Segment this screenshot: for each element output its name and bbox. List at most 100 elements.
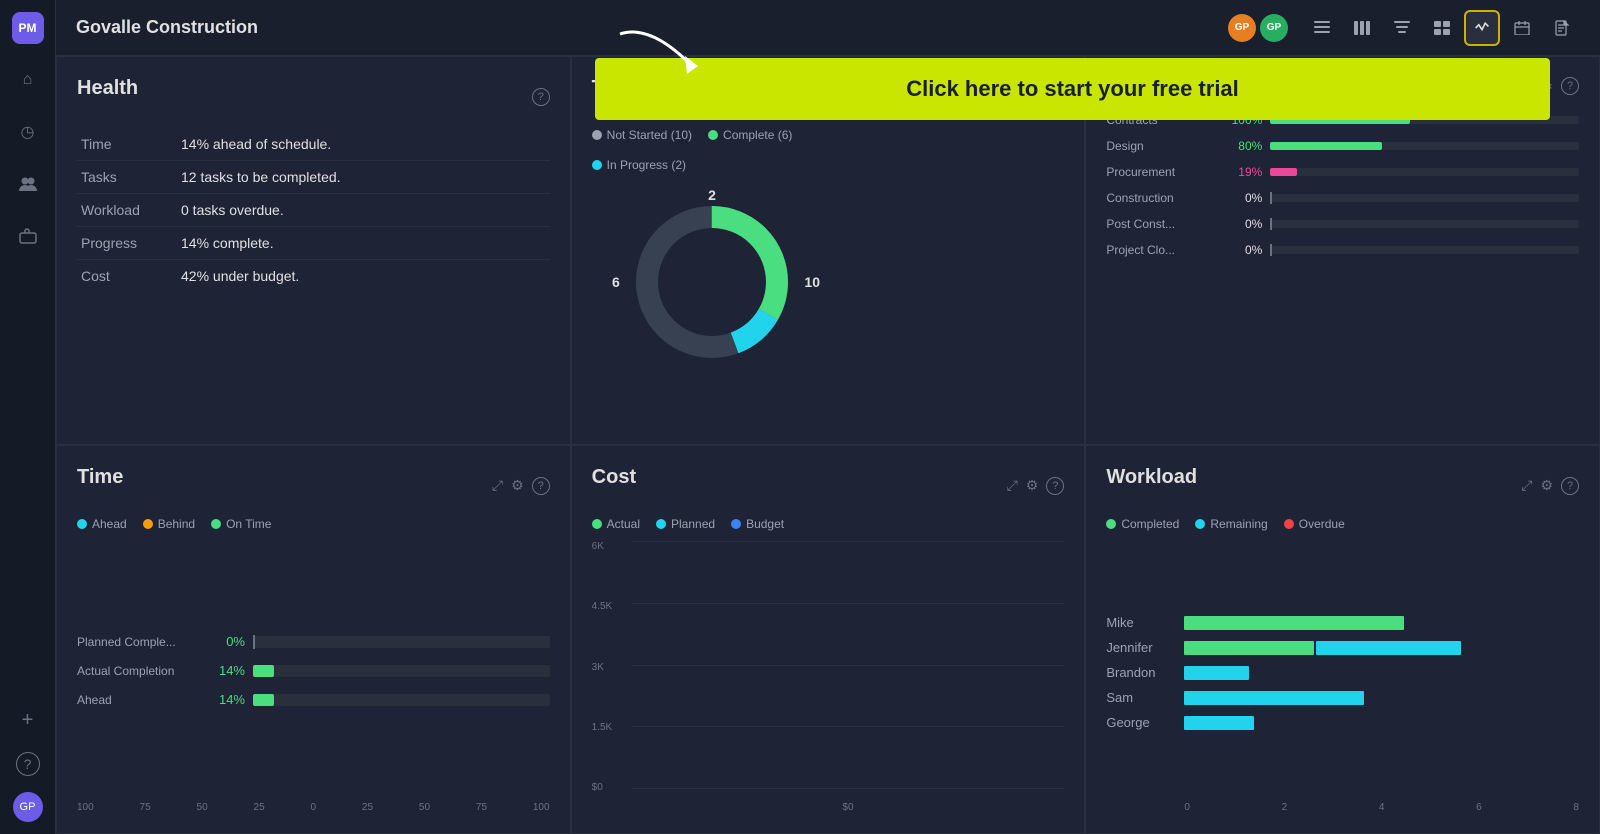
cost-legend-label: Actual: [607, 517, 640, 531]
health-row: Progress14% complete.: [77, 227, 550, 260]
workload-help-icon[interactable]: ?: [1561, 477, 1579, 495]
free-trial-banner[interactable]: Click here to start your free trial: [595, 58, 1550, 120]
header: Govalle Construction GP GP: [56, 0, 1600, 56]
user-avatar[interactable]: GP: [13, 792, 43, 822]
list-view-btn[interactable]: [1304, 10, 1340, 46]
legend-dot: [708, 130, 718, 140]
cost-legend-item: Actual: [592, 517, 640, 531]
workload-title: Workload: [1106, 466, 1197, 489]
wl-bar-remaining: [1184, 691, 1364, 705]
time-axis-label: 0: [311, 802, 317, 813]
time-row-pct: 14%: [205, 692, 245, 707]
time-chart: Planned Comple... 0% Actual Completion 1…: [77, 547, 550, 794]
workload-chart: Mike Jennifer Brandon Sam George: [1106, 547, 1579, 798]
workload-expand-icon[interactable]: ⤢: [1521, 477, 1532, 495]
task-progress-bar-fill: [1270, 168, 1297, 176]
workload-header: Workload ⤢ ⚙ ?: [1106, 466, 1579, 505]
task-bar-tick: [1270, 192, 1272, 204]
cost-expand-icon[interactable]: ⤢: [1007, 477, 1018, 495]
tasks-panel-help[interactable]: ?: [1561, 77, 1579, 95]
wl-legend-item: Completed: [1106, 517, 1179, 531]
task-bar-tick: [1270, 218, 1272, 230]
cost-chart-area: $01.5K3K4.5K6K: [592, 541, 1065, 813]
time-axis-label: 25: [362, 802, 373, 813]
task-progress-bar-container: [1270, 220, 1579, 228]
health-row: Cost42% under budget.: [77, 260, 550, 293]
time-icons: ⤢ ⚙ ?: [492, 477, 550, 495]
sidebar-add[interactable]: +: [12, 704, 44, 736]
wl-name: Jennifer: [1106, 640, 1176, 655]
workload-icons: ⤢ ⚙ ?: [1521, 477, 1579, 495]
task-progress-pct: 0%: [1224, 243, 1262, 257]
health-value: 14% complete.: [177, 227, 550, 260]
health-table: Time14% ahead of schedule.Tasks12 tasks …: [77, 128, 550, 292]
health-row: Tasks12 tasks to be completed.: [77, 161, 550, 194]
doc-view-btn[interactable]: [1544, 10, 1580, 46]
time-legend-item: Behind: [143, 517, 195, 531]
time-tick: [253, 635, 255, 649]
align-view-btn[interactable]: [1384, 10, 1420, 46]
cost-bars: [632, 541, 1065, 789]
time-gear-icon[interactable]: ⚙: [511, 477, 524, 495]
sidebar-help[interactable]: ?: [16, 752, 40, 776]
legend-label: In Progress (2): [607, 158, 686, 172]
time-axis-label: 100: [77, 802, 94, 813]
task-progress-label: Project Clo...: [1106, 243, 1216, 257]
wl-legend-item: Remaining: [1195, 517, 1267, 531]
tasks-legend-item: Not Started (10): [592, 128, 692, 142]
time-bar-container: [253, 694, 550, 706]
cost-help-icon[interactable]: ?: [1046, 477, 1064, 495]
toolbar: [1304, 10, 1580, 46]
app-logo[interactable]: PM: [12, 12, 44, 44]
cost-y-label: 4.5K: [592, 601, 613, 612]
table-view-btn[interactable]: [1424, 10, 1460, 46]
health-value: 0 tasks overdue.: [177, 194, 550, 227]
workload-gear-icon[interactable]: ⚙: [1540, 477, 1553, 495]
health-label: Workload: [77, 194, 177, 227]
sidebar-item-briefcase[interactable]: [12, 220, 44, 252]
cost-legend-dot: [656, 519, 666, 529]
time-legend-label: On Time: [226, 517, 271, 531]
time-legend-dot: [143, 519, 153, 529]
legend-dot: [592, 160, 602, 170]
cost-legend: Actual Planned Budget: [592, 517, 1065, 531]
task-progress-pct: 0%: [1224, 191, 1262, 205]
time-expand-icon[interactable]: ⤢: [492, 477, 503, 495]
sidebar-item-home[interactable]: ⌂: [12, 64, 44, 96]
task-bar-tick: [1270, 244, 1272, 256]
time-title: Time: [77, 466, 123, 489]
tasks-left: Tasks ? Not Started (10)Complete (6)In P…: [592, 77, 833, 424]
workload-axis: 02468: [1106, 802, 1579, 813]
cost-gear-icon[interactable]: ⚙: [1026, 477, 1039, 495]
wl-bars: [1184, 616, 1579, 630]
task-progress-pct: 80%: [1224, 139, 1262, 153]
health-label: Progress: [77, 227, 177, 260]
cost-legend-label: Budget: [746, 517, 784, 531]
wl-row: Mike: [1106, 615, 1579, 630]
calendar-view-btn[interactable]: [1504, 10, 1540, 46]
columns-view-btn[interactable]: [1344, 10, 1380, 46]
avatar-1[interactable]: GP: [1228, 14, 1256, 42]
cost-legend-item: Planned: [656, 517, 715, 531]
donut-label-right: 10: [804, 274, 820, 290]
task-progress-row: Procurement 19%: [1106, 165, 1579, 179]
avatar-2[interactable]: GP: [1260, 14, 1288, 42]
time-axis-label: 50: [197, 802, 208, 813]
task-progress-pct: 0%: [1224, 217, 1262, 231]
cost-icons: ⤢ ⚙ ?: [1007, 477, 1065, 495]
cost-y-label: 1.5K: [592, 722, 613, 733]
sidebar-item-team[interactable]: [12, 168, 44, 200]
tasks-donut: 2 6 10: [622, 192, 802, 372]
wl-bar-completed: [1184, 616, 1404, 630]
health-help-icon[interactable]: ?: [532, 88, 550, 106]
task-progress-bar-container: [1270, 194, 1579, 202]
cost-panel: Cost ⤢ ⚙ ? ActualPlannedBudget $01.5K3K4…: [571, 445, 1086, 834]
time-row-label: Ahead: [77, 693, 197, 707]
sidebar-item-clock[interactable]: ◷: [12, 116, 44, 148]
chart-view-btn[interactable]: [1464, 10, 1500, 46]
health-label: Time: [77, 128, 177, 161]
time-help-icon[interactable]: ?: [532, 477, 550, 495]
legend-label: Complete (6): [723, 128, 792, 142]
cost-x-label: $0: [842, 802, 853, 813]
wl-legend-dot: [1195, 519, 1205, 529]
